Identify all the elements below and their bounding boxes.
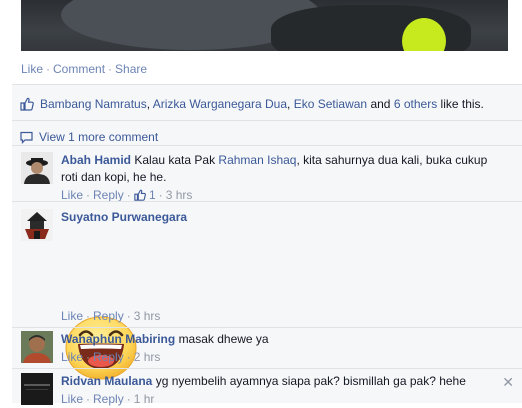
comment-meta: Like · Reply · 1 hr (61, 391, 501, 408)
divider (12, 201, 522, 202)
comment-author[interactable]: Wanaphun Mabiring (61, 332, 175, 346)
separator: · (86, 350, 91, 364)
comment-like-button[interactable]: Like (61, 392, 83, 406)
likes-summary: Bambang Namratus, Arizka Warganegara Dua… (20, 95, 484, 113)
separator: · (46, 62, 51, 76)
separator: · (126, 309, 131, 323)
comment-button[interactable]: Comment (53, 62, 105, 76)
liker-name[interactable]: Bambang Namratus (40, 97, 147, 111)
likes-suffix: like this. (440, 97, 484, 111)
comment-like-button[interactable]: Like (61, 188, 83, 202)
avatar[interactable] (21, 152, 53, 184)
comment-text: yg nyembelih ayamnya siapa pak? bismilla… (155, 374, 466, 388)
divider (12, 327, 522, 328)
post-card: Like · Comment · Share Bambang Namratus, Ari… (0, 0, 522, 406)
comment-body: Like · Reply · 3 hrs (61, 307, 501, 325)
comment-text: Kalau kata Pak (134, 153, 219, 167)
comment-author[interactable]: Suyatno Purwanegara (61, 210, 187, 224)
avatar[interactable] (21, 331, 53, 363)
divider (12, 368, 522, 369)
comment-reply-button[interactable]: Reply (93, 392, 124, 406)
separator: · (126, 392, 131, 406)
comment-author[interactable]: Ridvan Maulana (61, 374, 152, 388)
and-text: and (370, 97, 391, 111)
comments-section: Bambang Namratus, Arizka Warganegara Dua… (12, 84, 522, 406)
comment-body: Suyatno Purwanegara (61, 209, 501, 226)
comment-item: Abah Hamid Kalau kata Pak Rahman Ishaq, … (21, 152, 516, 202)
others-link[interactable]: 6 others (394, 97, 437, 111)
avatar[interactable] (21, 373, 53, 405)
comma: , (287, 97, 291, 111)
comment-timestamp[interactable]: 1 hr (134, 392, 155, 406)
comment-meta: Like · Reply · 2 hrs (61, 349, 501, 366)
avatar[interactable] (21, 209, 53, 241)
like-button[interactable]: Like (21, 62, 43, 76)
comment-like-button[interactable]: Like (61, 350, 83, 364)
liker-name[interactable]: Eko Setiawan (294, 97, 367, 111)
comment-text: masak dhewe ya (178, 332, 269, 346)
comment-timestamp[interactable]: 3 hrs (166, 188, 193, 202)
thumbs-up-icon[interactable] (134, 188, 146, 202)
comment-reply-button[interactable]: Reply (93, 309, 124, 323)
separator: · (158, 188, 163, 202)
liker-name[interactable]: Arizka Warganegara Dua (153, 97, 287, 111)
comment-meta-row: Like · Reply · 3 hrs (21, 307, 516, 327)
divider (12, 120, 522, 121)
thumbs-up-icon (20, 97, 34, 116)
separator: · (86, 188, 91, 202)
mention-link[interactable]: Rahman Ishaq (218, 153, 296, 167)
divider (12, 145, 522, 146)
separator: · (86, 309, 91, 323)
comment-item: Wanaphun Mabiring masak dhewe ya Like · Re… (21, 331, 516, 367)
separator: · (126, 350, 131, 364)
comment-timestamp[interactable]: 3 hrs (134, 309, 161, 323)
view-more-label[interactable]: View 1 more comment (39, 130, 158, 144)
post-photo[interactable] (21, 0, 508, 51)
comment-author[interactable]: Abah Hamid (61, 153, 131, 167)
like-count[interactable]: 1 (149, 188, 156, 202)
separator: · (108, 62, 113, 76)
comment-reply-button[interactable]: Reply (93, 188, 124, 202)
comment-body: Wanaphun Mabiring masak dhewe ya Like · Re… (61, 331, 501, 366)
comment-meta: Like · Reply · 3 hrs (61, 308, 501, 325)
close-icon[interactable]: ✕ (502, 374, 514, 391)
comment-item: Ridvan Maulana yg nyembelih ayamnya siap… (21, 373, 516, 406)
separator: · (86, 392, 91, 406)
share-button[interactable]: Share (115, 62, 147, 76)
comment-reply-button[interactable]: Reply (93, 350, 124, 364)
post-actions: Like · Comment · Share (21, 62, 147, 76)
comma: , (146, 97, 151, 111)
comment-timestamp[interactable]: 2 hrs (134, 350, 161, 364)
comment-body: Ridvan Maulana yg nyembelih ayamnya siap… (61, 373, 501, 408)
separator: · (126, 188, 131, 202)
view-more-comments[interactable]: View 1 more comment (20, 129, 158, 145)
comment-like-button[interactable]: Like (61, 309, 83, 323)
comment-body: Abah Hamid Kalau kata Pak Rahman Ishaq, … (61, 152, 501, 204)
